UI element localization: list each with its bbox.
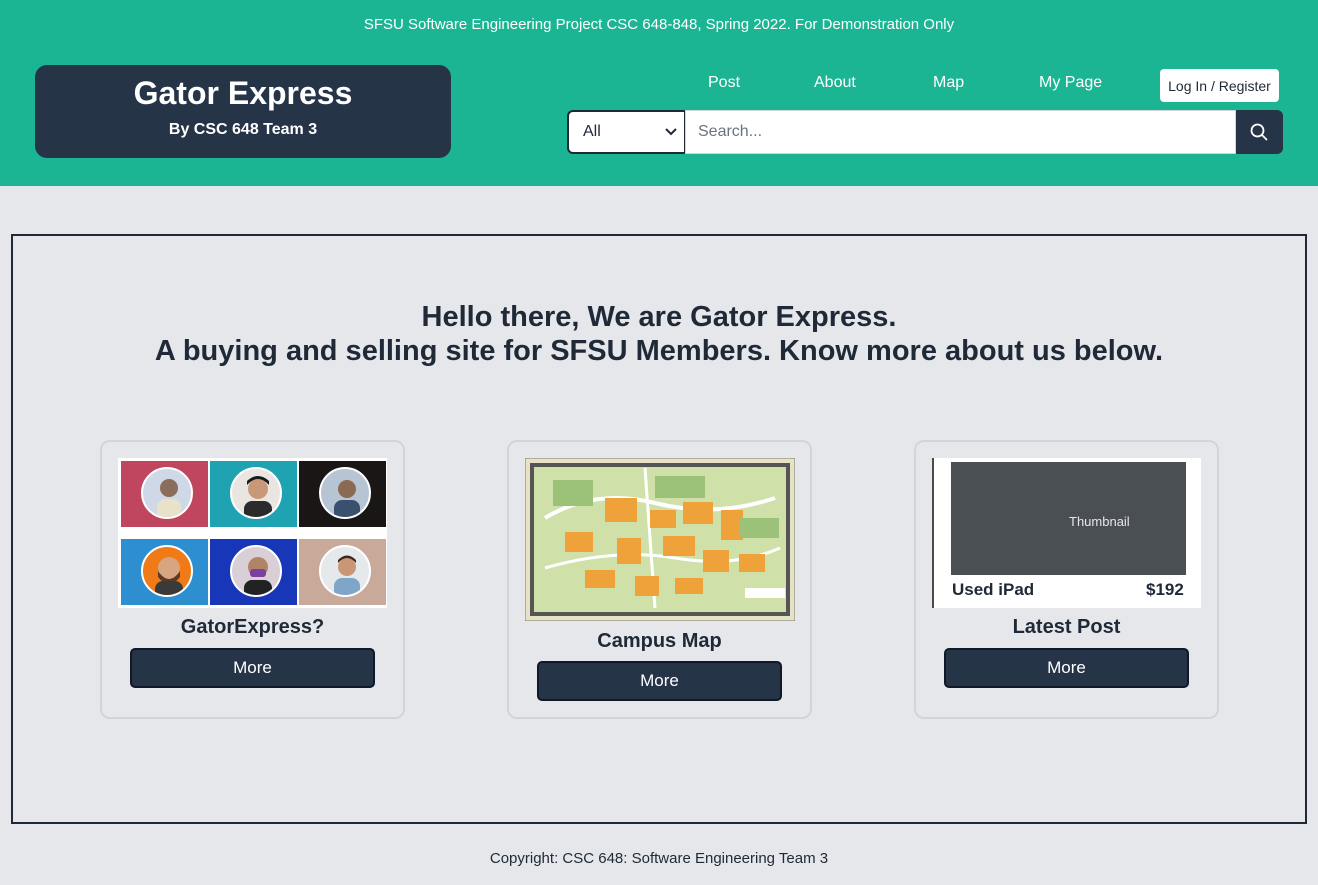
site-header: SFSU Software Engineering Project CSC 64… (0, 0, 1318, 186)
login-register-button[interactable]: Log In / Register (1160, 69, 1279, 102)
search-input[interactable] (685, 110, 1236, 154)
team-member-tile (299, 461, 386, 527)
main-content-box: Hello there, We are Gator Express. A buy… (11, 234, 1307, 824)
team-photos (118, 458, 387, 608)
nav-link-map[interactable]: Map (933, 74, 964, 92)
card-campus-map: Campus Map More (507, 440, 812, 719)
brand-logo-box[interactable]: Gator Express By CSC 648 Team 3 (35, 65, 451, 158)
post-item-price: $192 (1146, 580, 1184, 599)
team-member-tile (121, 539, 208, 605)
team-photo-grid (118, 458, 387, 608)
team-member-tile (210, 461, 297, 527)
campus-map-more-button[interactable]: More (537, 661, 782, 701)
avatar (319, 467, 371, 519)
avatar (141, 467, 193, 519)
campus-map-image (524, 457, 796, 622)
latest-post-more-button[interactable]: More (944, 648, 1189, 688)
team-member-tile (121, 461, 208, 527)
card-latest-post: Thumbnail Used iPad $192 Latest Post Mor… (914, 440, 1219, 719)
card-title: Campus Map (597, 630, 722, 652)
footer-copyright: Copyright: CSC 648: Software Engineering… (489, 850, 829, 867)
avatar (230, 467, 282, 519)
nav-link-post[interactable]: Post (708, 74, 740, 92)
card-gatorexpress: GatorExpress? More (100, 440, 405, 719)
post-item-name: Used iPad (952, 580, 1035, 599)
card-title: Latest Post (1012, 616, 1121, 638)
category-select[interactable]: All (567, 110, 686, 154)
latest-post-thumbnail: Thumbnail Used iPad $192 (932, 458, 1201, 608)
category-select-value: All (583, 123, 601, 140)
search-bar: All (567, 110, 1283, 154)
nav-link-about[interactable]: About (814, 74, 856, 92)
card-title: GatorExpress? (180, 616, 325, 638)
search-icon (1250, 123, 1268, 141)
gatorexpress-more-button[interactable]: More (130, 648, 375, 688)
brand-title: Gator Express (133, 75, 353, 111)
avatar (230, 545, 282, 597)
thumbnail-placeholder: Thumbnail (951, 462, 1186, 575)
brand-subtitle: By CSC 648 Team 3 (168, 121, 318, 138)
nav-link-my-page[interactable]: My Page (1039, 74, 1102, 92)
team-member-tile (210, 539, 297, 605)
search-button[interactable] (1236, 110, 1283, 154)
demo-banner: SFSU Software Engineering Project CSC 64… (363, 16, 955, 33)
thumbnail-label: Thumbnail (1069, 514, 1130, 529)
hero-line-1: Hello there, We are Gator Express. (421, 301, 897, 333)
chevron-down-icon (665, 128, 677, 136)
hero-heading: Hello there, We are Gator Express. A buy… (13, 300, 1305, 368)
avatar (141, 545, 193, 597)
hero-line-2: A buying and selling site for SFSU Membe… (154, 335, 1164, 367)
team-member-tile (299, 539, 386, 605)
avatar (319, 545, 371, 597)
